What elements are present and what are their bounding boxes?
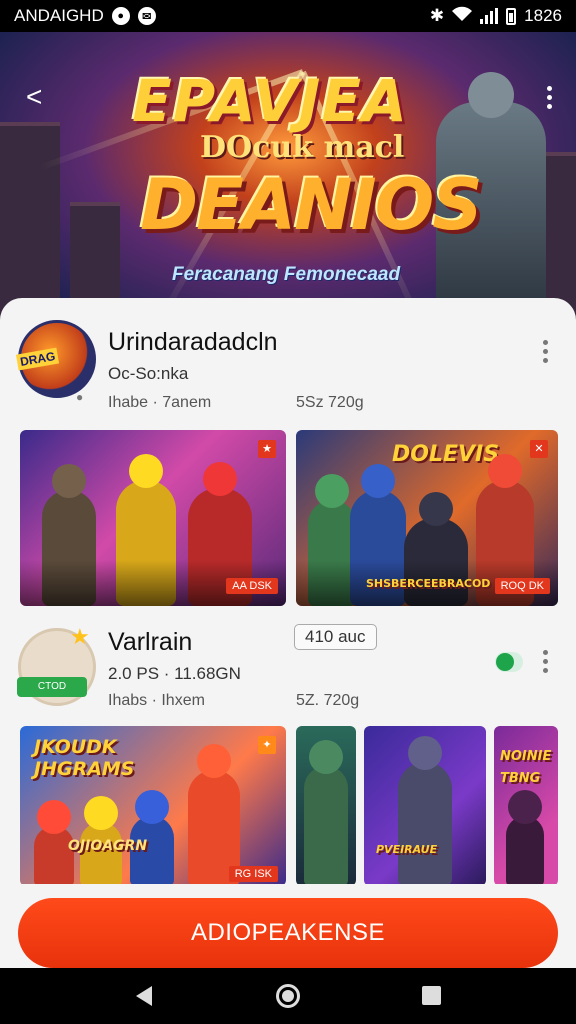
badge-icon: ★ xyxy=(258,440,276,458)
screenshot-thumbnail[interactable]: JKOUDK JHGRAMS ✦ OJIOAGRN RG ISK xyxy=(20,726,286,886)
app-icon[interactable]: DRAG xyxy=(15,320,96,398)
toggle-switch[interactable] xyxy=(495,652,523,672)
more-options-icon[interactable] xyxy=(540,650,550,673)
app-size: 5Sz 720g xyxy=(296,394,364,411)
logo-subtitle: DOcuk macl xyxy=(200,130,405,165)
screenshot-caption: PVEIRAUE xyxy=(376,843,438,856)
carrier-label: ANDAIGHD xyxy=(14,6,104,25)
castle-tower-shape xyxy=(0,122,60,322)
character-figure xyxy=(34,826,74,886)
hero-banner: EPAVJEA DOcuk macl DEANIOS Feracanang Fe… xyxy=(0,32,576,322)
character-figure xyxy=(304,766,348,886)
notification-icon: ✉ xyxy=(137,7,156,25)
more-options-icon[interactable] xyxy=(540,340,550,363)
screenshot-title: DOLEVIS xyxy=(392,442,500,467)
more-options-icon[interactable] xyxy=(544,86,554,114)
screenshot-thumbnail[interactable]: DOLEVIS ✕ SHSBERCEEBRACOD ROQ DK xyxy=(296,430,558,606)
app-title[interactable]: Urindaradadcln xyxy=(108,328,278,357)
screenshot-tag: ROQ DK xyxy=(494,578,550,594)
app-developer: 2.0 PS · 11.68GN xyxy=(108,664,241,683)
back-icon[interactable]: < xyxy=(26,82,56,112)
app-meta: Ihabs · Ihxem xyxy=(108,692,205,709)
close-icon[interactable]: ✕ xyxy=(530,440,548,458)
screenshot-thumbnail[interactable] xyxy=(296,726,356,886)
logo-tagline: Feracanang Femonecaad xyxy=(172,264,401,285)
app-meta: Ihabe · 7anem xyxy=(108,394,212,411)
install-button[interactable]: ADIOPEAKENSE xyxy=(18,898,558,968)
screenshot-thumbnail[interactable]: PVEIRAUE xyxy=(364,726,486,886)
screenshot-title: NOINIE TBNG xyxy=(500,749,552,786)
price-badge[interactable]: 410 auc xyxy=(294,624,377,650)
app-list-sheet: DRAG ● Urindaradadcln Oc-So:nka Ihabe · … xyxy=(0,298,576,968)
app-size: 5Z. 720g xyxy=(296,692,360,709)
app-icon-label: DRAG xyxy=(15,347,60,371)
back-icon[interactable] xyxy=(136,986,152,1006)
install-bar: ADIOPEAKENSE xyxy=(0,884,576,968)
screenshot-caption: OJIOAGRN xyxy=(68,838,148,854)
notification-icon: ● xyxy=(111,7,130,25)
screenshot-thumbnail[interactable]: NOINIE TBNG xyxy=(494,726,558,886)
screenshot-tag: RG ISK xyxy=(228,866,278,882)
screenshot-thumbnail[interactable]: ★ AA DSK xyxy=(20,430,286,606)
character-figure xyxy=(80,822,122,886)
small-star-icon: ● xyxy=(76,390,84,404)
app-developer: Oc-So:nka xyxy=(108,364,189,383)
signal-icon xyxy=(480,8,499,24)
status-bar: ANDAIGHD ● ✉ ✱ 1826 xyxy=(0,0,576,32)
character-figure xyxy=(506,816,544,886)
navigation-bar xyxy=(0,968,576,1024)
app-icon-label: CTOD xyxy=(17,677,87,697)
screenshot-caption: SHSBERCEEBRACOD xyxy=(366,577,491,590)
logo-title: EPAVJEA xyxy=(132,67,408,135)
battery-icon xyxy=(506,7,517,25)
character-figure xyxy=(398,762,452,886)
badge-icon: ✦ xyxy=(258,736,276,754)
bluetooth-icon: ✱ xyxy=(429,6,445,25)
star-icon: ★ xyxy=(70,624,90,649)
wifi-icon xyxy=(452,6,473,27)
app-title[interactable]: Varlrain xyxy=(108,628,192,657)
screenshot-tag: AA DSK xyxy=(226,578,278,594)
clock: 1826 xyxy=(524,6,562,25)
logo-main: DEANIOS xyxy=(140,164,483,246)
screenshot-title: JKOUDK JHGRAMS xyxy=(34,736,135,780)
recent-apps-icon[interactable] xyxy=(422,986,441,1005)
home-icon[interactable] xyxy=(276,984,300,1008)
